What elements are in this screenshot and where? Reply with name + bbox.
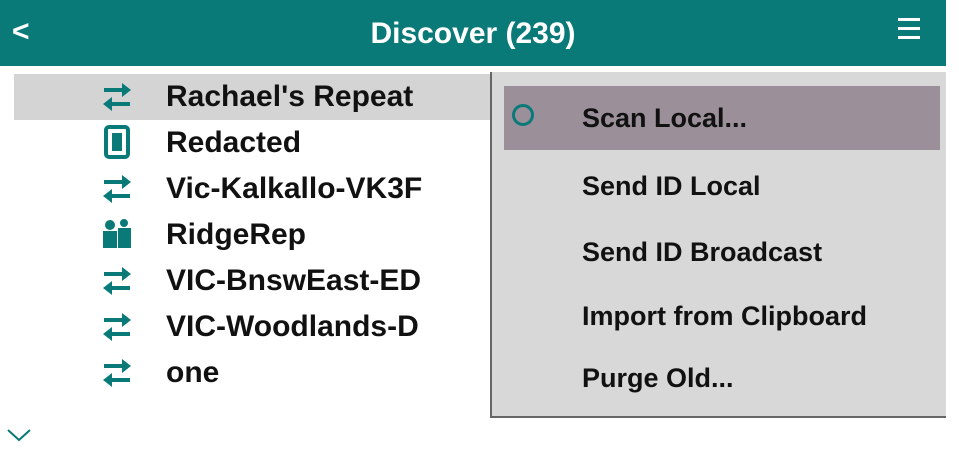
list-item-name: one [166, 356, 220, 389]
list-item-name: Rachael's Repeat [166, 80, 414, 113]
list-item-name: Redacted [166, 126, 302, 159]
list-item-name: VIC-BnswEast-ED [166, 264, 422, 297]
menu-item-scan-local[interactable]: Scan Local... [504, 86, 940, 150]
menu-item-label: Purge Old... [582, 363, 734, 393]
menu-item-label: Import from Clipboard [582, 301, 867, 331]
repeater-arrows-icon [100, 308, 134, 344]
menu-item-label: Send ID Broadcast [582, 237, 823, 267]
room-server-icon [100, 216, 134, 252]
menu-item-label: Send ID Local [582, 171, 761, 201]
menu-item-import-clipboard[interactable]: Import from Clipboard [504, 284, 940, 348]
repeater-arrows-icon [100, 170, 134, 206]
menu-item-label: Scan Local... [582, 103, 748, 133]
page-title: Discover (239) [370, 17, 576, 50]
menu-item-purge-old[interactable]: Purge Old... [504, 346, 940, 410]
list-item-name: Vic-Kalkallo-VK3F [166, 172, 423, 205]
repeater-arrows-icon [100, 262, 134, 298]
menu-item-send-id-local[interactable]: Send ID Local [504, 154, 940, 218]
overflow-menu: Scan Local... Send ID Local Send ID Broa… [490, 72, 946, 418]
menu-item-send-id-broadcast[interactable]: Send ID Broadcast [504, 220, 940, 284]
repeater-arrows-icon [100, 354, 134, 390]
app-header: < Discover (239) [0, 0, 946, 66]
repeater-arrows-icon [100, 78, 134, 114]
radio-selected-icon [512, 104, 534, 126]
list-item-name: VIC-Woodlands-D [166, 310, 419, 343]
scroll-down-chevron-icon[interactable] [4, 426, 34, 444]
list-item-name: RidgeRep [166, 218, 307, 251]
hamburger-menu-icon[interactable] [896, 14, 922, 44]
handheld-device-icon [100, 124, 134, 160]
